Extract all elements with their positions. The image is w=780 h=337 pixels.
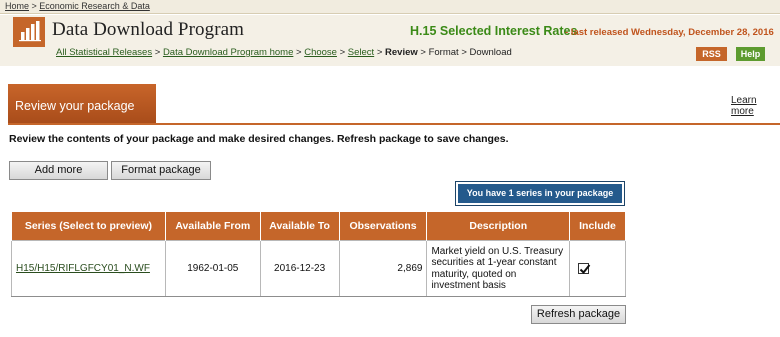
series-count-text: You have 1 series in your package [458,184,622,203]
table-row: H15/H15/RIFLGFCY01_N.WF 1962-01-05 2016-… [11,240,626,297]
series-link[interactable]: H15/H15/RIFLGFCY01_N.WF [16,263,150,274]
help-button[interactable]: Help [736,47,765,61]
home-link[interactable]: Home [5,1,29,11]
site-breadcrumb: Home > Economic Research & Data [5,1,150,11]
crumb-download: Download [469,47,512,58]
column-header-description: Description [426,211,571,241]
column-header-include: Include [569,211,626,241]
table-header-row: Series (Select to preview) Available Fro… [11,211,626,241]
crumb-format: Format [428,47,459,58]
rss-button[interactable]: RSS [696,47,727,61]
column-header-available-to: Available To [259,211,340,241]
format-package-button[interactable]: Format package [111,161,211,180]
crumb-all-releases[interactable]: All Statistical Releases [56,47,152,58]
crumb-choose[interactable]: Choose [304,47,337,58]
series-cell: H15/H15/RIFLGFCY01_N.WF [11,240,166,297]
economic-research-link[interactable]: Economic Research & Data [39,1,150,11]
include-cell [569,240,626,297]
crumb-review: Review [385,47,418,58]
navigation-breadcrumb: All Statistical Releases > Data Download… [56,47,512,58]
crumb-select[interactable]: Select [348,47,374,58]
top-bar: Home > Economic Research & Data [0,0,780,14]
column-header-observations: Observations [338,211,428,241]
column-header-available-from: Available From [164,211,261,241]
column-header-series: Series (Select to preview) [11,211,166,241]
available-to-cell: 2016-12-23 [259,240,340,297]
series-count-badge: You have 1 series in your package [455,181,625,206]
observations-cell: 2,869 [338,240,428,297]
app-title: Data Download Program [52,19,245,40]
release-title-link[interactable]: H.15 Selected Interest Rates [410,24,577,38]
crumb-ddp-home[interactable]: Data Download Program home [163,47,293,58]
learn-more-link[interactable]: Learn more [731,95,780,117]
refresh-package-button[interactable]: Refresh package [531,305,626,324]
bar-chart-icon [13,17,45,47]
section-title: Review your package [8,84,156,124]
include-checkbox[interactable] [578,263,591,274]
available-from-cell: 1962-01-05 [164,240,261,297]
checkmark-icon [579,264,591,274]
instructions-text: Review the contents of your package and … [9,133,509,145]
add-more-button[interactable]: Add more [9,161,108,180]
description-cell: Market yield on U.S. Treasury securities… [426,240,571,297]
section-divider [8,123,780,125]
series-table: Series (Select to preview) Available Fro… [11,211,626,297]
release-date: - last released Wednesday, December 28, … [565,27,774,38]
